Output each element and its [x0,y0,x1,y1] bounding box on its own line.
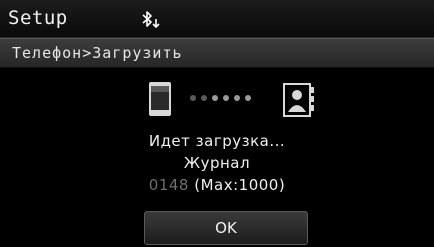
contacts-icon [283,83,314,117]
bluetooth-download-icon [142,11,160,29]
progress-dot [201,95,207,101]
download-count: 0148 [148,176,189,194]
progress-dot [234,95,240,101]
breadcrumb: Телефон>Загрузить [0,38,434,68]
download-panel: Идет загрузка... Журнал 0148 (Max:1000) [0,68,434,208]
download-max: (Max:1000) [188,176,286,194]
transfer-progress-dots [190,95,251,103]
progress-dot [190,95,196,101]
progress-dot [223,95,229,101]
download-count-line: 0148 (Max:1000) [0,176,434,194]
progress-dot [245,95,251,101]
setup-screen: Setup Телефон>Загрузить Идет загрузка...… [0,0,434,247]
ok-button[interactable]: OK [144,211,308,245]
download-item-text: Журнал [183,154,251,172]
breadcrumb-text: Телефон>Загрузить [12,44,183,62]
phone-icon [149,82,171,116]
title-bar: Setup [0,0,434,38]
progress-dot [212,95,218,101]
download-status-text: Идет загрузка... [148,132,286,150]
screen-title: Setup [8,7,68,29]
